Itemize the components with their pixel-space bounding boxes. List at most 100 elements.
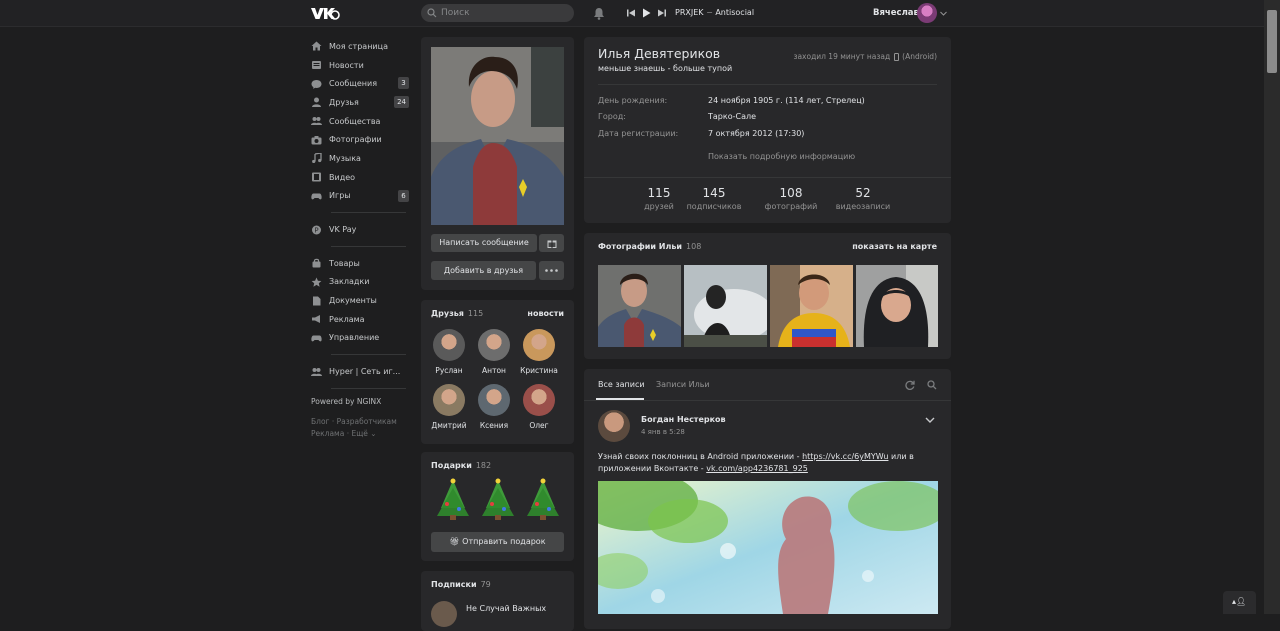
post-date[interactable]: 4 янв в 5:28 xyxy=(641,428,685,436)
friend-item[interactable]: Ксения xyxy=(474,384,514,430)
play-icon[interactable] xyxy=(641,8,651,18)
previous-track-icon[interactable] xyxy=(626,8,636,18)
add-friend-button[interactable]: Добавить в друзья xyxy=(431,261,536,280)
gift-tree-2[interactable] xyxy=(480,478,516,520)
nav-item-friends[interactable]: Друзья 24 xyxy=(311,93,411,112)
footer-links-row-2[interactable]: Реклама · Ещё ⌄ xyxy=(311,428,411,440)
post-image[interactable] xyxy=(598,481,938,614)
info-value-birthday[interactable]: 24 ноября 1905 г. (114 лет, Стрелец) xyxy=(708,96,865,105)
profile-photo[interactable] xyxy=(431,47,564,225)
friend-item[interactable]: Олег xyxy=(519,384,559,430)
gifts-count: 182 xyxy=(475,461,492,470)
gift-tree-1[interactable] xyxy=(435,478,471,520)
profile-status[interactable]: меньше знаешь - больше тупой xyxy=(598,64,732,73)
refresh-icon[interactable] xyxy=(905,380,915,390)
photo-thumb-2[interactable] xyxy=(684,265,767,347)
post-link-1[interactable]: https://vk.cc/6yMYWu xyxy=(802,452,888,461)
send-gift-button[interactable]: 🎁︎ Отправить подарок xyxy=(431,532,564,552)
scrollbar-thumb[interactable] xyxy=(1267,10,1277,73)
footer-links-row-1[interactable]: Блог · Разработчикам xyxy=(311,416,411,428)
last-seen-device: (Android) xyxy=(902,52,937,61)
friend-avatar[interactable] xyxy=(523,329,555,361)
bell-icon[interactable] xyxy=(593,7,605,20)
footer-links[interactable]: Блог · Разработчикам Реклама · Ещё ⌄ xyxy=(311,416,411,440)
friend-avatar[interactable] xyxy=(478,384,510,416)
nav-item-community[interactable]: Hyper | Сеть иг... xyxy=(311,362,411,381)
photo-thumb-1[interactable] xyxy=(598,265,681,347)
info-value-city[interactable]: Тарко-Сале xyxy=(708,112,756,121)
subscription-name[interactable]: Не Случай Важных xyxy=(466,604,546,613)
chat-corner-button[interactable]: ▴👤︎ xyxy=(1223,591,1256,614)
nav-item-my-page[interactable]: Моя страница xyxy=(311,37,411,56)
post-author-name[interactable]: Богдан Нестерков xyxy=(641,415,726,424)
nav-item-goods[interactable]: Товары xyxy=(311,254,411,273)
subscriptions-panel: Подписки 79 Не Случай Важных xyxy=(421,571,574,631)
nav-item-vkpay[interactable]: P VK Pay xyxy=(311,220,411,239)
more-actions-button[interactable] xyxy=(539,261,564,280)
counter-number: 52 xyxy=(855,186,871,200)
nav-item-messages[interactable]: Сообщения 3 xyxy=(311,74,411,93)
friend-item[interactable]: Руслан xyxy=(429,329,469,375)
friend-item[interactable]: Кристина xyxy=(519,329,559,375)
nav-item-bookmarks[interactable]: Закладки xyxy=(311,273,411,292)
send-gift-icon: 🎁︎ xyxy=(449,537,463,546)
friend-avatar[interactable] xyxy=(433,329,465,361)
online-status: заходил 19 минут назад (Android) xyxy=(793,52,937,61)
gifts-title[interactable]: Подарки 182 xyxy=(431,461,491,470)
nav-item-music[interactable]: Музыка xyxy=(311,149,411,168)
subscriptions-title[interactable]: Подписки 79 xyxy=(431,580,491,589)
friend-name[interactable]: Кристина xyxy=(519,366,559,375)
page-scrollbar[interactable] xyxy=(1264,0,1280,614)
nav-item-ads[interactable]: Реклама xyxy=(311,310,411,329)
friend-item[interactable]: Антон xyxy=(474,329,514,375)
tab-own-posts[interactable]: Записи Ильи xyxy=(656,380,710,389)
subscriptions-count: 79 xyxy=(480,580,491,589)
friend-avatar[interactable] xyxy=(523,384,555,416)
photo-thumb-4[interactable] xyxy=(856,265,939,347)
friend-name[interactable]: Руслан xyxy=(429,366,469,375)
gift-button[interactable] xyxy=(539,234,564,252)
friends-title[interactable]: Друзья 115 xyxy=(431,309,483,318)
search-box[interactable] xyxy=(421,4,574,22)
friend-avatar[interactable] xyxy=(433,384,465,416)
friend-name[interactable]: Дмитрий xyxy=(429,421,469,430)
friend-name[interactable]: Антон xyxy=(474,366,514,375)
wall-search-icon[interactable] xyxy=(927,380,937,390)
show-more-info-link[interactable]: Показать подробную информацию xyxy=(708,152,855,161)
current-user-avatar[interactable] xyxy=(917,3,937,23)
chevron-down-icon[interactable] xyxy=(940,11,947,16)
nav-item-management[interactable]: Управление xyxy=(311,329,411,348)
powered-by: Powered by NGINX xyxy=(311,397,382,406)
nav-item-games[interactable]: Игры 6 xyxy=(311,187,411,206)
nav-item-messages-label: Сообщения xyxy=(329,79,378,89)
nav-item-photos[interactable]: Фотографии xyxy=(311,130,411,149)
post-menu-chevron-icon[interactable] xyxy=(925,417,935,423)
photos-title[interactable]: Фотографии Ильи 108 xyxy=(598,242,701,251)
show-on-map-link[interactable]: показать на карте xyxy=(852,242,937,251)
photo-thumb-3[interactable] xyxy=(770,265,853,347)
next-track-icon[interactable] xyxy=(657,8,667,18)
now-playing[interactable]: PRXJEK − Antisocial xyxy=(675,8,754,17)
friend-item[interactable]: Дмитрий xyxy=(429,384,469,430)
post-link-2[interactable]: vk.com/app4236781_925 xyxy=(706,464,808,473)
friends-news-link[interactable]: новости xyxy=(527,309,564,318)
nav-item-news[interactable]: Новости xyxy=(311,56,411,75)
friend-name[interactable]: Олег xyxy=(519,421,559,430)
write-message-button[interactable]: Написать сообщение xyxy=(431,234,537,252)
vk-logo-icon[interactable] xyxy=(310,5,340,21)
subscription-avatar[interactable] xyxy=(431,601,457,627)
nav-item-communities-label: Сообщества xyxy=(329,116,381,126)
nav-item-videos[interactable]: Видео xyxy=(311,168,411,187)
gift-tree-3[interactable] xyxy=(525,478,561,520)
current-user-name[interactable]: Вячеслав xyxy=(873,8,919,18)
nav-item-my-page-label: Моя страница xyxy=(329,41,388,51)
counter-item[interactable]: 52 видеозаписи xyxy=(818,186,908,211)
tab-all-posts[interactable]: Все записи xyxy=(598,380,645,389)
nav-item-communities[interactable]: Сообщества xyxy=(311,112,411,131)
friend-avatar[interactable] xyxy=(478,329,510,361)
search-input[interactable] xyxy=(439,4,569,22)
friend-name[interactable]: Ксения xyxy=(474,421,514,430)
nav-item-documents[interactable]: Документы xyxy=(311,291,411,310)
post-author-avatar[interactable] xyxy=(598,410,630,442)
nav-item-messages-counter: 3 xyxy=(398,77,409,90)
